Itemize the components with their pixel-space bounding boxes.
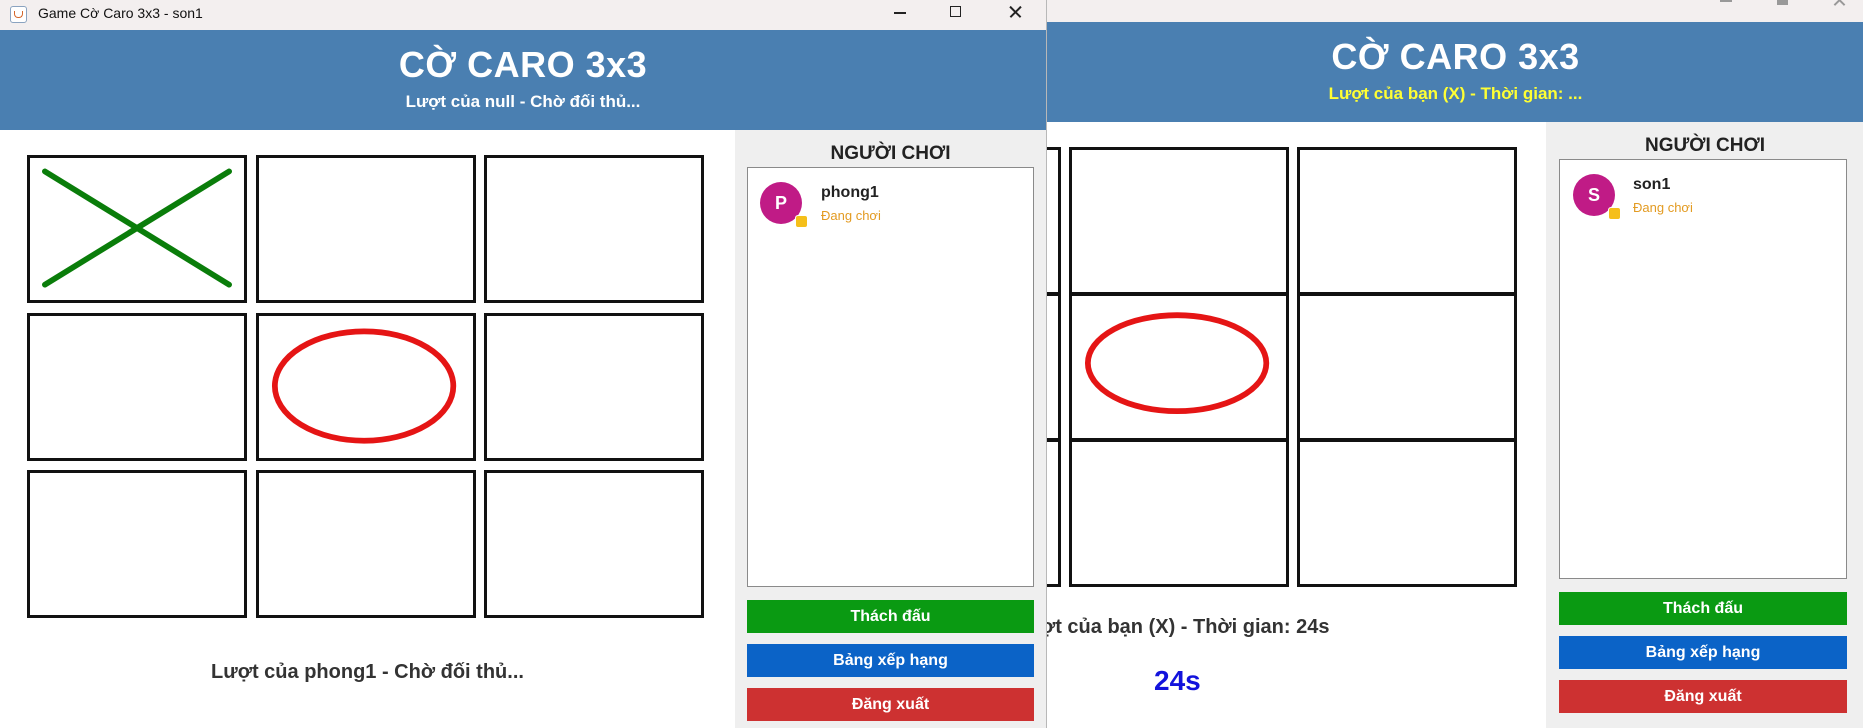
board-cell[interactable] — [1047, 147, 1061, 295]
online-status-icon — [1608, 207, 1621, 220]
board-cell[interactable] — [256, 470, 476, 618]
turn-subtitle: Lượt của bạn (X) - Thời gian: ... — [1328, 84, 1583, 103]
board-cell[interactable] — [27, 313, 247, 461]
logout-button[interactable]: Đăng xuất — [1559, 680, 1847, 713]
logout-button[interactable]: Đăng xuất — [747, 688, 1034, 721]
window-title: Game Cờ Caro 3x3 - son1 — [38, 5, 203, 21]
board-cell[interactable] — [27, 470, 247, 618]
turn-subtitle: Lượt của null - Chờ đối thủ... — [405, 92, 641, 111]
close-button[interactable] — [987, 0, 1043, 30]
game-title: CỜ CARO 3x3 — [1331, 36, 1580, 77]
player-status: Đang chơi — [821, 208, 881, 223]
board-cell[interactable] — [1297, 439, 1517, 587]
player-list: P phong1 Đang chơi — [747, 167, 1034, 587]
board-cell[interactable] — [484, 155, 704, 303]
player-name: phong1 — [821, 184, 879, 201]
title-bar — [1047, 0, 1863, 22]
x-mark — [42, 168, 232, 288]
board-cell[interactable] — [256, 313, 476, 461]
board-cell[interactable] — [1297, 293, 1517, 441]
player-name: son1 — [1633, 176, 1671, 193]
game-header: CỜ CARO 3x3 Lượt của bạn (X) - Thời gian… — [1047, 22, 1863, 122]
game-window-son1: CỜ CARO 3x3 Lượt của bạn (X) - Thời gian… — [1046, 0, 1863, 728]
challenge-button[interactable]: Thách đấu — [747, 600, 1034, 633]
board-cell[interactable] — [1069, 147, 1289, 295]
o-mark — [271, 328, 457, 444]
maximize-button[interactable] — [1755, 0, 1811, 18]
player-list: S son1 Đang chơi — [1559, 159, 1847, 579]
o-mark — [1084, 312, 1270, 415]
player-status: Đang chơi — [1633, 200, 1693, 215]
minimize-button[interactable] — [1698, 0, 1754, 18]
maximize-button[interactable] — [928, 0, 984, 30]
players-panel: NGƯỜI CHƠI S son1 Đang chơi Thách đấu Bả… — [1546, 122, 1863, 728]
players-heading: NGƯỜI CHƠI — [830, 143, 951, 164]
board-cell[interactable] — [1297, 147, 1517, 295]
board-cell[interactable] — [27, 155, 247, 303]
minimize-button[interactable] — [872, 0, 928, 30]
game-window-main: Game Cờ Caro 3x3 - son1 CỜ CARO 3x3 Lượt… — [0, 0, 1047, 728]
ranking-button[interactable]: Bảng xếp hạng — [747, 644, 1034, 677]
board-cell[interactable] — [484, 470, 704, 618]
turn-status: Lượt của phong1 - Chờ đối thủ... — [211, 661, 524, 683]
online-status-icon — [795, 215, 808, 228]
board-cell[interactable] — [256, 155, 476, 303]
players-heading: NGƯỜI CHƠI — [1645, 135, 1765, 156]
countdown-timer: 24s — [1154, 665, 1201, 696]
java-app-icon — [10, 6, 27, 23]
title-bar: Game Cờ Caro 3x3 - son1 — [0, 0, 1046, 30]
board-cell[interactable] — [484, 313, 704, 461]
board-cell[interactable] — [1047, 293, 1061, 441]
players-panel: NGƯỜI CHƠI P phong1 Đang chơi Thách đấu … — [735, 130, 1046, 728]
board-cell[interactable] — [1069, 293, 1289, 441]
challenge-button[interactable]: Thách đấu — [1559, 592, 1847, 625]
game-header: CỜ CARO 3x3 Lượt của null - Chờ đối thủ.… — [0, 30, 1046, 130]
board-cell[interactable] — [1069, 439, 1289, 587]
ranking-button[interactable]: Bảng xếp hạng — [1559, 636, 1847, 669]
game-title: CỜ CARO 3x3 — [398, 44, 648, 85]
turn-status: ợt của bạn (X) - Thời gian: 24s — [1046, 616, 1330, 638]
close-button[interactable] — [1811, 0, 1863, 18]
board-cell[interactable] — [1047, 439, 1061, 587]
